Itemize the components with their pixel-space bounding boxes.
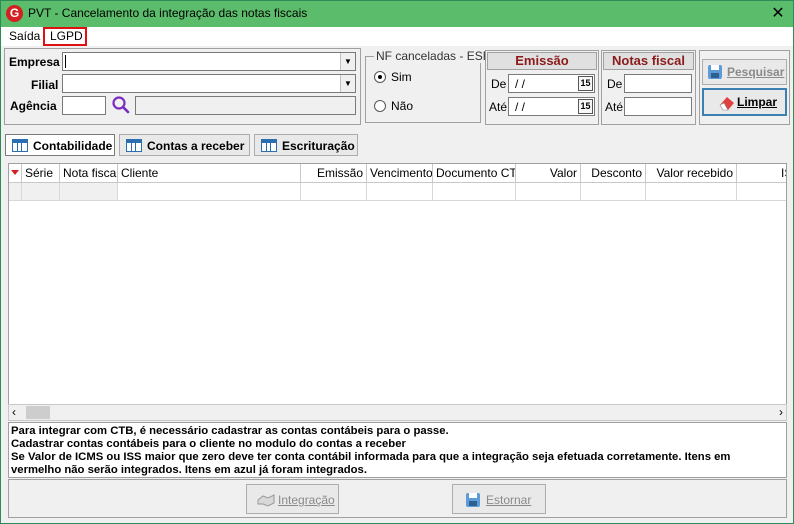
scroll-left-icon[interactable]: ‹ bbox=[12, 405, 16, 419]
tab-contas-a-receber-label: Contas a receber bbox=[147, 139, 245, 153]
notas-ate-input[interactable] bbox=[624, 97, 692, 116]
col-is[interactable]: IS bbox=[737, 164, 786, 183]
horizontal-scrollbar[interactable]: ‹ › bbox=[8, 404, 787, 421]
table-cell[interactable] bbox=[367, 183, 433, 201]
notas-de-label: De bbox=[607, 77, 623, 91]
table-cell[interactable] bbox=[516, 183, 581, 201]
menu-bar: Saída LGPD bbox=[1, 27, 793, 46]
table-row-indicator bbox=[9, 183, 22, 201]
nf-canceladas-group bbox=[365, 56, 481, 123]
table-icon bbox=[12, 139, 28, 152]
emissao-ate-value: / / bbox=[515, 100, 526, 114]
table-cell[interactable] bbox=[118, 183, 301, 201]
table-icon bbox=[261, 139, 277, 152]
chevron-down-icon[interactable]: ▼ bbox=[340, 53, 355, 70]
filial-select[interactable]: ▼ bbox=[62, 74, 356, 93]
empresa-label: Empresa bbox=[9, 55, 60, 69]
integration-info-box: Para integrar com CTB, é necessário cada… bbox=[8, 422, 787, 478]
emissao-ate-label: Até bbox=[489, 100, 508, 114]
col-cliente[interactable]: Cliente bbox=[118, 164, 301, 183]
emissao-title: Emissão bbox=[487, 52, 597, 70]
table-cell[interactable] bbox=[433, 183, 516, 201]
lgpd-highlight-box bbox=[43, 27, 87, 46]
save-disk-icon bbox=[708, 65, 722, 79]
close-window-button[interactable]: ✕ bbox=[767, 3, 789, 25]
search-icon[interactable] bbox=[111, 95, 131, 115]
info-line: Cadastrar contas contábeis para o client… bbox=[11, 438, 406, 450]
table-cell[interactable] bbox=[581, 183, 646, 201]
tab-contabilidade[interactable]: Contabilidade bbox=[5, 134, 115, 156]
nf-sim-radio[interactable] bbox=[374, 71, 386, 83]
empresa-select[interactable]: ▼ bbox=[62, 52, 356, 71]
limpar-button[interactable]: Limpar bbox=[702, 88, 787, 116]
emissao-de-label: De bbox=[491, 77, 507, 91]
nf-nao-radio[interactable] bbox=[374, 100, 386, 112]
main-window: G PVT - Cancelamento da integração das n… bbox=[0, 0, 794, 524]
notas-de-input[interactable] bbox=[624, 74, 692, 93]
table-cell[interactable] bbox=[301, 183, 367, 201]
text-caret bbox=[65, 55, 66, 68]
col-desconto[interactable]: Desconto bbox=[581, 164, 646, 183]
pesquisar-label: Pesquisar bbox=[727, 65, 785, 79]
eraser-icon bbox=[719, 97, 734, 111]
table-cell[interactable] bbox=[60, 183, 118, 201]
footer-panel: Integração Estornar bbox=[8, 479, 787, 518]
table-cell[interactable] bbox=[22, 183, 60, 201]
handshake-icon bbox=[257, 494, 275, 507]
menu-saida[interactable]: Saída bbox=[9, 29, 40, 43]
col-nota-fiscal[interactable]: Nota fiscal bbox=[60, 164, 118, 183]
title-bar: G PVT - Cancelamento da integração das n… bbox=[1, 1, 793, 27]
agencia-label: Agência bbox=[10, 99, 57, 113]
app-logo-icon: G bbox=[6, 5, 23, 22]
emissao-de-input[interactable]: / / 15 bbox=[508, 74, 595, 93]
scroll-right-icon[interactable]: › bbox=[779, 405, 783, 419]
window-title: PVT - Cancelamento da integração das not… bbox=[28, 6, 308, 20]
nf-nao-label: Não bbox=[391, 99, 414, 113]
tab-contas-a-receber[interactable]: Contas a receber bbox=[119, 134, 250, 156]
calendar-icon[interactable]: 15 bbox=[578, 76, 593, 91]
nf-sim-label: Sim bbox=[391, 70, 412, 84]
emissao-de-value: / / bbox=[515, 77, 526, 91]
agencia-code-input[interactable] bbox=[62, 96, 106, 115]
notas-fiscal-title: Notas fiscal bbox=[603, 52, 694, 70]
tab-escrituracao[interactable]: Escrituração bbox=[254, 134, 358, 156]
agencia-description-field bbox=[135, 96, 356, 115]
pesquisar-button[interactable]: Pesquisar bbox=[702, 59, 787, 85]
info-line: vermelho não serão integrados. Itens em … bbox=[11, 464, 367, 476]
col-vencimento[interactable]: Vencimento bbox=[367, 164, 433, 183]
row-indicator-header bbox=[9, 164, 22, 183]
tab-contabilidade-label: Contabilidade bbox=[33, 139, 113, 153]
table-cell[interactable] bbox=[737, 183, 786, 201]
emissao-ate-input[interactable]: / / 15 bbox=[508, 97, 595, 116]
chevron-down-icon[interactable]: ▼ bbox=[340, 75, 355, 92]
sort-arrow-icon bbox=[11, 170, 19, 175]
info-line: Para integrar com CTB, é necessário cada… bbox=[11, 425, 449, 437]
nf-canceladas-legend: NF canceladas - ESF bbox=[374, 49, 493, 63]
estornar-button[interactable]: Estornar bbox=[452, 484, 546, 514]
table-cell[interactable] bbox=[646, 183, 737, 201]
save-disk-icon bbox=[466, 493, 480, 507]
col-documento-ctb[interactable]: Documento CTB bbox=[433, 164, 516, 183]
notas-grid[interactable]: Série Nota fiscal Cliente Emissão Vencim… bbox=[8, 163, 787, 420]
integracao-button[interactable]: Integração bbox=[246, 484, 339, 514]
col-emissao[interactable]: Emissão bbox=[301, 164, 367, 183]
calendar-icon[interactable]: 15 bbox=[578, 99, 593, 114]
col-valor[interactable]: Valor bbox=[516, 164, 581, 183]
scroll-thumb[interactable] bbox=[26, 406, 50, 419]
col-serie[interactable]: Série bbox=[22, 164, 60, 183]
limpar-label: Limpar bbox=[737, 95, 778, 109]
table-icon bbox=[126, 139, 142, 152]
filial-label: Filial bbox=[31, 78, 59, 92]
tab-escrituracao-label: Escrituração bbox=[282, 139, 355, 153]
col-valor-recebido[interactable]: Valor recebido bbox=[646, 164, 737, 183]
info-line: Se Valor de ICMS ou ISS maior que zero d… bbox=[11, 451, 731, 463]
notas-ate-label: Até bbox=[605, 100, 624, 114]
integracao-label: Integração bbox=[278, 493, 335, 507]
estornar-label: Estornar bbox=[486, 493, 532, 507]
